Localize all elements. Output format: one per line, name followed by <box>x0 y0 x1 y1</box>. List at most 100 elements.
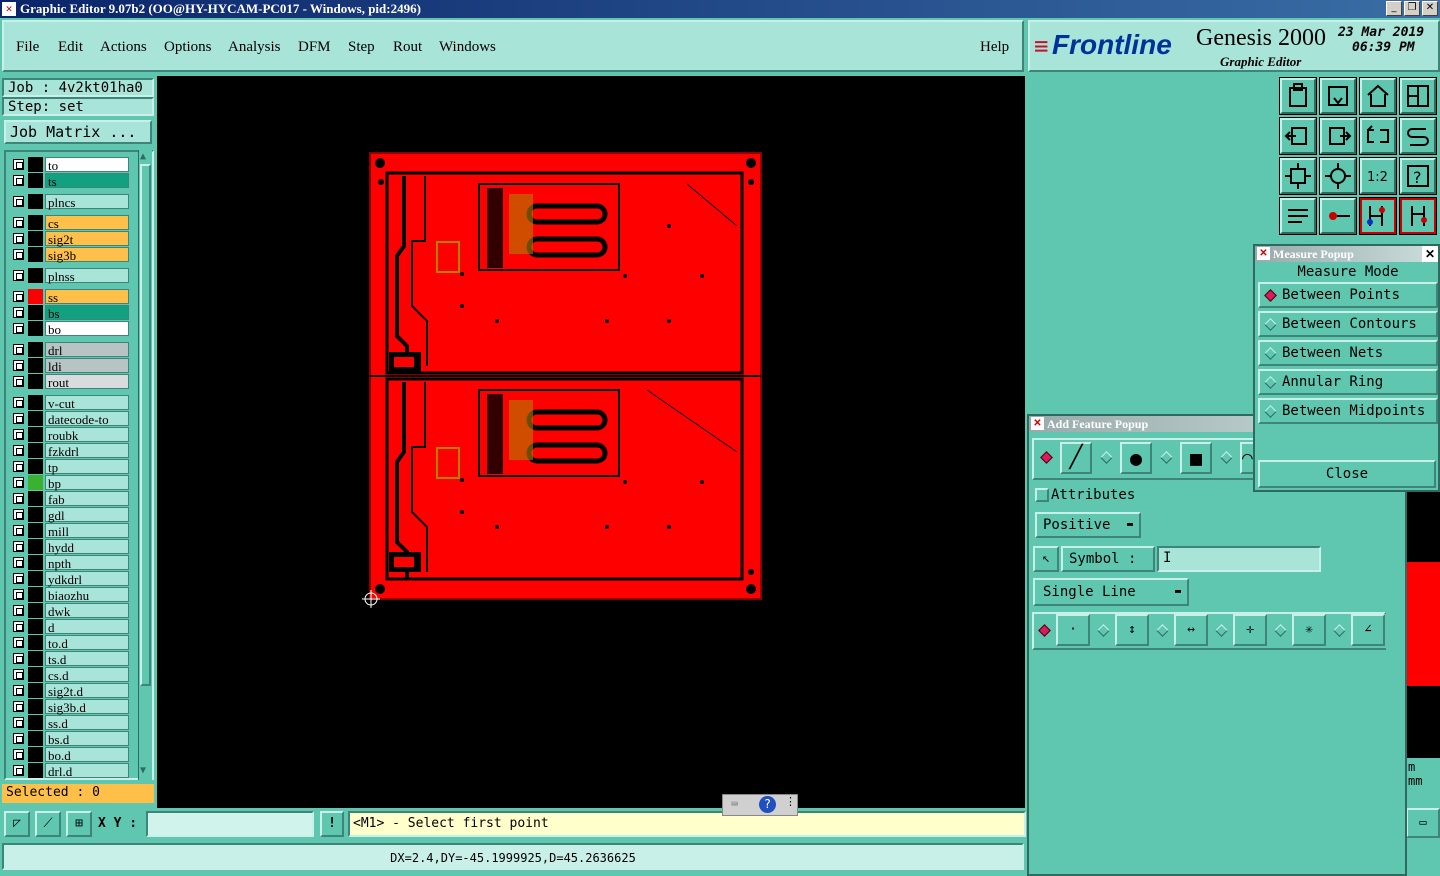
layer-color-swatch[interactable] <box>28 523 43 538</box>
menu-step[interactable]: Step <box>348 39 375 56</box>
snap-all-option[interactable]: ✳ <box>1270 614 1328 648</box>
layer-checkbox[interactable] <box>13 573 24 584</box>
layer-checkbox[interactable] <box>13 461 24 472</box>
layer-row-datecode-to[interactable]: datecode-to <box>9 411 129 427</box>
layer-row-roubk[interactable]: roubk <box>9 427 129 443</box>
layer-checkbox[interactable] <box>13 397 24 408</box>
layer-checkbox[interactable] <box>13 557 24 568</box>
feature-surface-option[interactable]: ■ <box>1156 442 1214 476</box>
layer-checkbox[interactable] <box>13 360 24 371</box>
layer-name[interactable]: bs <box>45 305 129 321</box>
line-mode-dropdown[interactable]: Single Line ▬ <box>1033 578 1189 606</box>
mode-between-midpoints[interactable]: Between Midpoints <box>1258 398 1438 424</box>
layer-name[interactable]: sig2t.d <box>45 683 129 699</box>
layer-checkbox[interactable] <box>13 493 24 504</box>
symbol-browse-icon[interactable]: ↖ <box>1033 546 1059 572</box>
polarity-dropdown[interactable]: Positive ▬ <box>1035 512 1141 538</box>
layer-name[interactable]: hydd <box>45 539 129 555</box>
key-icon[interactable] <box>1319 197 1357 235</box>
layer-name[interactable]: plncs <box>45 194 129 210</box>
layer-color-swatch[interactable] <box>28 555 43 570</box>
layer-checkbox[interactable] <box>13 765 24 776</box>
keyboard-icon[interactable]: ⌨ <box>731 797 738 811</box>
mode-between-contours[interactable]: Between Contours <box>1258 311 1438 337</box>
dot-icon[interactable]: · <box>1056 614 1090 646</box>
layer-color-swatch[interactable] <box>28 475 43 490</box>
layer-name[interactable]: plnss <box>45 268 129 284</box>
snap-point-option[interactable]: · <box>1034 614 1092 648</box>
snap-angle-option[interactable]: ∠ <box>1329 614 1387 648</box>
layer-row-ss.d[interactable]: ss.d <box>9 715 129 731</box>
layer-color-swatch[interactable] <box>28 358 43 373</box>
close-window-button[interactable]: ✕ <box>1422 1 1438 16</box>
layer-color-swatch[interactable] <box>28 411 43 426</box>
layer-name[interactable]: sig3b.d <box>45 699 129 715</box>
popup-x-icon[interactable]: ✕ <box>1257 247 1270 260</box>
layer-checkbox[interactable] <box>13 701 24 712</box>
layer-checkbox[interactable] <box>13 477 24 488</box>
layer-checkbox[interactable] <box>13 669 24 680</box>
widget-menu-icon[interactable]: ⋮ <box>785 795 796 808</box>
layer-color-swatch[interactable] <box>28 268 43 283</box>
measure-mode-icon[interactable]: ⟋ <box>35 811 61 837</box>
menu-actions[interactable]: Actions <box>100 39 147 56</box>
layer-name[interactable]: gdl <box>45 507 129 523</box>
feature-arc-option[interactable]: ⌒ <box>1216 442 1256 476</box>
layer-checkbox[interactable] <box>13 637 24 648</box>
select-mode-icon[interactable]: ◸ <box>4 811 30 837</box>
layer-row-ts[interactable]: ts <box>9 173 129 189</box>
layer-name[interactable]: npth <box>45 555 129 571</box>
help-question-icon[interactable]: ? <box>1399 157 1437 195</box>
save-icon[interactable] <box>1319 77 1357 115</box>
layer-row-bo.d[interactable]: bo.d <box>9 747 129 763</box>
layer-color-swatch[interactable] <box>28 374 43 389</box>
undo-icon[interactable] <box>1359 117 1397 155</box>
layer-checkbox[interactable] <box>13 217 24 228</box>
zoom-back-icon[interactable] <box>1279 117 1317 155</box>
zoom-fit-icon[interactable] <box>1319 157 1357 195</box>
layer-row-v-cut[interactable]: v-cut <box>9 395 129 411</box>
job-matrix-button[interactable]: Job Matrix ... <box>4 120 152 144</box>
layer-color-swatch[interactable] <box>28 587 43 602</box>
layer-color-swatch[interactable] <box>28 289 43 304</box>
layer-color-swatch[interactable] <box>28 507 43 522</box>
xy-input[interactable] <box>146 811 314 837</box>
layer-checkbox[interactable] <box>13 270 24 281</box>
layer-name[interactable]: datecode-to <box>45 411 129 427</box>
layer-checkbox[interactable] <box>13 376 24 387</box>
scroll-up-icon[interactable]: ▲ <box>140 152 146 162</box>
layer-checkbox[interactable] <box>13 323 24 334</box>
layer-row-ts.d[interactable]: ts.d <box>9 651 129 667</box>
layer-checkbox[interactable] <box>13 605 24 616</box>
layer-color-swatch[interactable] <box>28 635 43 650</box>
layer-checkbox[interactable] <box>13 733 24 744</box>
x-window-icon[interactable]: ✕ <box>2 2 16 16</box>
layer-row-ldi[interactable]: ldi <box>9 358 129 374</box>
layer-name[interactable]: roubk <box>45 427 129 443</box>
scroll-down-icon[interactable]: ▼ <box>140 766 146 776</box>
layer-color-swatch[interactable] <box>28 571 43 586</box>
open-step-icon[interactable] <box>1279 77 1317 115</box>
layer-color-swatch[interactable] <box>28 247 43 262</box>
layer-color-swatch[interactable] <box>28 491 43 506</box>
layer-row-fzkdrl[interactable]: fzkdrl <box>9 443 129 459</box>
menu-dfm[interactable]: DFM <box>298 39 331 56</box>
feature-line-option[interactable]: ╱ <box>1036 442 1094 476</box>
layer-checkbox[interactable] <box>13 307 24 318</box>
layer-color-swatch[interactable] <box>28 215 43 230</box>
redraw-icon[interactable] <box>1399 117 1437 155</box>
abort-exclamation-icon[interactable]: ! <box>320 811 344 837</box>
help-circle-icon[interactable]: ? <box>759 796 776 813</box>
scale-1-2-icon[interactable]: 1:2 <box>1359 157 1397 195</box>
layer-row-mill[interactable]: mill <box>9 523 129 539</box>
grid-snap-icon[interactable]: ⊞ <box>66 811 92 837</box>
layer-row-d[interactable]: d <box>9 619 129 635</box>
layer-checkbox[interactable] <box>13 233 24 244</box>
layer-scrollbar[interactable]: ▲ ▼ <box>138 150 152 780</box>
layer-name[interactable]: ts <box>45 173 129 189</box>
horizontal-arrow-icon[interactable]: ↔ <box>1174 614 1208 646</box>
snap-cross-option[interactable]: ✛ <box>1211 614 1269 648</box>
layer-color-swatch[interactable] <box>28 157 43 172</box>
layer-color-swatch[interactable] <box>28 459 43 474</box>
layer-name[interactable]: rout <box>45 374 129 390</box>
